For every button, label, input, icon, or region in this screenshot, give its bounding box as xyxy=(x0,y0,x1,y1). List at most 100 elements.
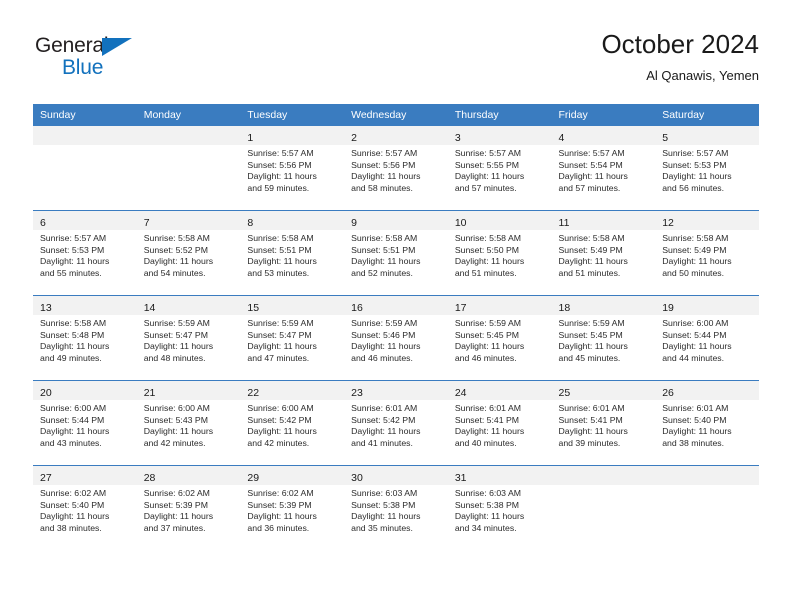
calendar-day-cell[interactable]: 27 Sunrise: 6:02 AM Sunset: 5:40 PM Dayligh… xyxy=(33,465,137,550)
day-number: 31 xyxy=(454,472,467,484)
calendar-day-cell[interactable] xyxy=(33,125,137,211)
day-detail-line: Sunset: 5:49 PM xyxy=(662,244,727,255)
calendar-day-cell[interactable]: 9 Sunrise: 5:58 AM Sunset: 5:51 PM Daylight… xyxy=(344,210,448,296)
day-number-band: 8 xyxy=(240,211,345,230)
calendar-day-cell[interactable]: 13 Sunrise: 5:58 AM Sunset: 5:48 PM Dayligh… xyxy=(33,295,137,381)
day-number-band: 16 xyxy=(344,296,448,315)
day-detail-line: Sunrise: 5:58 AM xyxy=(143,233,210,243)
day-cell-inner: 2 Sunrise: 5:57 AM Sunset: 5:56 PM Daylight… xyxy=(344,126,448,210)
calendar-day-cell[interactable]: 6 Sunrise: 5:57 AM Sunset: 5:53 PM Daylight… xyxy=(33,210,137,296)
day-detail-line: Daylight: 11 hours xyxy=(558,426,628,437)
calendar-day-cell[interactable]: 8 Sunrise: 5:58 AM Sunset: 5:51 PM Daylight… xyxy=(240,210,345,296)
calendar-day-cell[interactable]: 1 Sunrise: 5:57 AM Sunset: 5:56 PM Daylight… xyxy=(240,125,345,211)
day-number: 24 xyxy=(454,387,467,399)
day-detail-line: Sunset: 5:48 PM xyxy=(40,329,105,340)
title-block: October 2024 Al Qanawis, Yemen xyxy=(601,28,759,86)
day-cell-inner: 3 Sunrise: 5:57 AM Sunset: 5:55 PM Daylight… xyxy=(447,126,552,210)
day-detail-line: and 36 minutes. xyxy=(247,522,310,533)
day-number-band: 5 xyxy=(655,126,759,145)
day-detail-line: Sunrise: 6:01 AM xyxy=(454,403,521,413)
calendar-day-cell[interactable] xyxy=(655,465,759,550)
calendar-day-cell[interactable]: 31 Sunrise: 6:03 AM Sunset: 5:38 PM Dayligh… xyxy=(447,465,552,550)
day-number-band: 13 xyxy=(33,296,137,315)
calendar-day-cell[interactable]: 10 Sunrise: 5:58 AM Sunset: 5:50 PM Dayligh… xyxy=(447,210,552,296)
day-detail-line: Daylight: 11 hours xyxy=(143,426,214,437)
day-details: Sunrise: 5:59 AM Sunset: 5:46 PM Daylight:… xyxy=(344,315,448,364)
calendar-day-cell[interactable]: 19 Sunrise: 6:00 AM Sunset: 5:44 PM Dayligh… xyxy=(655,295,759,381)
calendar-day-cell[interactable]: 3 Sunrise: 5:57 AM Sunset: 5:55 PM Daylight… xyxy=(447,125,552,211)
calendar-day-cell[interactable] xyxy=(551,465,656,550)
day-detail-line: Sunset: 5:53 PM xyxy=(662,159,727,170)
calendar-day-cell[interactable]: 30 Sunrise: 6:03 AM Sunset: 5:38 PM Dayligh… xyxy=(344,465,448,550)
day-detail-line: Sunset: 5:40 PM xyxy=(662,414,727,425)
calendar-day-cell[interactable]: 14 Sunrise: 5:59 AM Sunset: 5:47 PM Dayligh… xyxy=(136,295,241,381)
day-detail-line: and 57 minutes. xyxy=(454,182,517,193)
day-number-band: 9 xyxy=(344,211,448,230)
day-detail-line: Sunset: 5:47 PM xyxy=(143,329,208,340)
day-number-band: 1 xyxy=(240,126,345,145)
day-detail-line: and 58 minutes. xyxy=(351,182,413,193)
day-cell-inner: 30 Sunrise: 6:03 AM Sunset: 5:38 PM Dayligh… xyxy=(344,466,448,550)
day-details: Sunrise: 5:59 AM Sunset: 5:47 PM Daylight:… xyxy=(240,315,344,364)
generalblue-logo[interactable]: General Blue xyxy=(33,34,163,90)
calendar-day-cell[interactable]: 11 Sunrise: 5:58 AM Sunset: 5:49 PM Dayligh… xyxy=(551,210,656,296)
day-cell-inner: 17 Sunrise: 5:59 AM Sunset: 5:45 PM Dayligh… xyxy=(447,296,552,380)
day-detail-line: Sunrise: 5:57 AM xyxy=(454,148,521,158)
calendar-day-cell[interactable]: 29 Sunrise: 6:02 AM Sunset: 5:39 PM Dayligh… xyxy=(240,465,345,550)
day-details xyxy=(137,145,241,148)
day-number: 26 xyxy=(662,387,674,399)
day-detail-line: Daylight: 11 hours xyxy=(143,511,214,522)
calendar-day-cell[interactable]: 22 Sunrise: 6:00 AM Sunset: 5:42 PM Dayligh… xyxy=(240,380,345,466)
day-detail-line: and 35 minutes. xyxy=(351,522,413,533)
day-cell-inner: 7 Sunrise: 5:58 AM Sunset: 5:52 PM Daylight… xyxy=(136,211,241,295)
day-detail-line: and 42 minutes. xyxy=(143,437,206,448)
calendar-day-cell[interactable]: 16 Sunrise: 5:59 AM Sunset: 5:46 PM Dayligh… xyxy=(344,295,448,381)
day-cell-inner: 26 Sunrise: 6:01 AM Sunset: 5:40 PM Dayligh… xyxy=(655,381,759,465)
calendar-day-cell[interactable]: 18 Sunrise: 5:59 AM Sunset: 5:45 PM Dayligh… xyxy=(551,295,656,381)
calendar-day-cell[interactable] xyxy=(136,125,241,211)
calendar-day-cell[interactable]: 24 Sunrise: 6:01 AM Sunset: 5:41 PM Dayligh… xyxy=(447,380,552,466)
day-detail-line: and 56 minutes. xyxy=(662,182,725,193)
calendar-day-cell[interactable]: 12 Sunrise: 5:58 AM Sunset: 5:49 PM Dayligh… xyxy=(655,210,759,296)
calendar-day-cell[interactable]: 26 Sunrise: 6:01 AM Sunset: 5:40 PM Dayligh… xyxy=(655,380,759,466)
day-detail-line: Sunrise: 6:01 AM xyxy=(662,403,729,413)
calendar-day-cell[interactable]: 21 Sunrise: 6:00 AM Sunset: 5:43 PM Dayligh… xyxy=(136,380,241,466)
calendar-day-cell[interactable]: 15 Sunrise: 5:59 AM Sunset: 5:47 PM Dayligh… xyxy=(240,295,345,381)
day-number: 15 xyxy=(247,302,260,314)
calendar-day-cell[interactable]: 4 Sunrise: 5:57 AM Sunset: 5:54 PM Daylight… xyxy=(551,125,656,211)
weekday-header-saturday: Saturday xyxy=(655,104,759,126)
calendar-page: General Blue October 2024 Al Qanawis, Ye… xyxy=(0,0,792,612)
day-details: Sunrise: 5:58 AM Sunset: 5:51 PM Daylight:… xyxy=(240,230,344,279)
calendar-day-cell[interactable]: 7 Sunrise: 5:58 AM Sunset: 5:52 PM Daylight… xyxy=(136,210,241,296)
day-details: Sunrise: 6:00 AM Sunset: 5:44 PM Daylight:… xyxy=(655,315,759,364)
calendar-day-cell[interactable]: 23 Sunrise: 6:01 AM Sunset: 5:42 PM Dayligh… xyxy=(344,380,448,466)
day-details: Sunrise: 5:58 AM Sunset: 5:48 PM Daylight:… xyxy=(33,315,137,364)
day-detail-line: Sunset: 5:41 PM xyxy=(558,414,623,425)
day-number: 30 xyxy=(351,472,363,484)
calendar-day-cell[interactable]: 20 Sunrise: 6:00 AM Sunset: 5:44 PM Dayligh… xyxy=(33,380,137,466)
day-number-band xyxy=(551,466,656,485)
day-number: 20 xyxy=(40,387,52,399)
calendar-day-cell[interactable]: 25 Sunrise: 6:01 AM Sunset: 5:41 PM Dayligh… xyxy=(551,380,656,466)
calendar-week-row: 1 Sunrise: 5:57 AM Sunset: 5:56 PM Daylight… xyxy=(33,125,759,211)
day-detail-line: Daylight: 11 hours xyxy=(247,426,317,437)
day-detail-line: Sunset: 5:56 PM xyxy=(351,159,416,170)
day-detail-line: Daylight: 11 hours xyxy=(558,171,628,182)
day-detail-line: Sunrise: 6:01 AM xyxy=(558,403,625,413)
day-number-band: 18 xyxy=(551,296,656,315)
day-detail-line: and 39 minutes. xyxy=(558,437,621,448)
calendar-day-cell[interactable]: 28 Sunrise: 6:02 AM Sunset: 5:39 PM Dayligh… xyxy=(136,465,241,550)
day-detail-line: Daylight: 11 hours xyxy=(40,511,110,522)
calendar-day-cell[interactable]: 2 Sunrise: 5:57 AM Sunset: 5:56 PM Daylight… xyxy=(344,125,448,211)
calendar-day-cell[interactable]: 17 Sunrise: 5:59 AM Sunset: 5:45 PM Dayligh… xyxy=(447,295,552,381)
day-cell-inner: 8 Sunrise: 5:58 AM Sunset: 5:51 PM Daylight… xyxy=(240,211,345,295)
calendar-day-cell[interactable]: 5 Sunrise: 5:57 AM Sunset: 5:53 PM Daylight… xyxy=(655,125,759,211)
day-number-band: 29 xyxy=(240,466,345,485)
day-detail-line: and 40 minutes. xyxy=(454,437,517,448)
day-detail-line: and 42 minutes. xyxy=(247,437,310,448)
day-number: 13 xyxy=(40,302,52,314)
day-number: 5 xyxy=(662,132,669,144)
day-number: 10 xyxy=(454,217,467,229)
day-details: Sunrise: 6:01 AM Sunset: 5:42 PM Daylight:… xyxy=(344,400,448,449)
day-detail-line: and 37 minutes. xyxy=(143,522,206,533)
